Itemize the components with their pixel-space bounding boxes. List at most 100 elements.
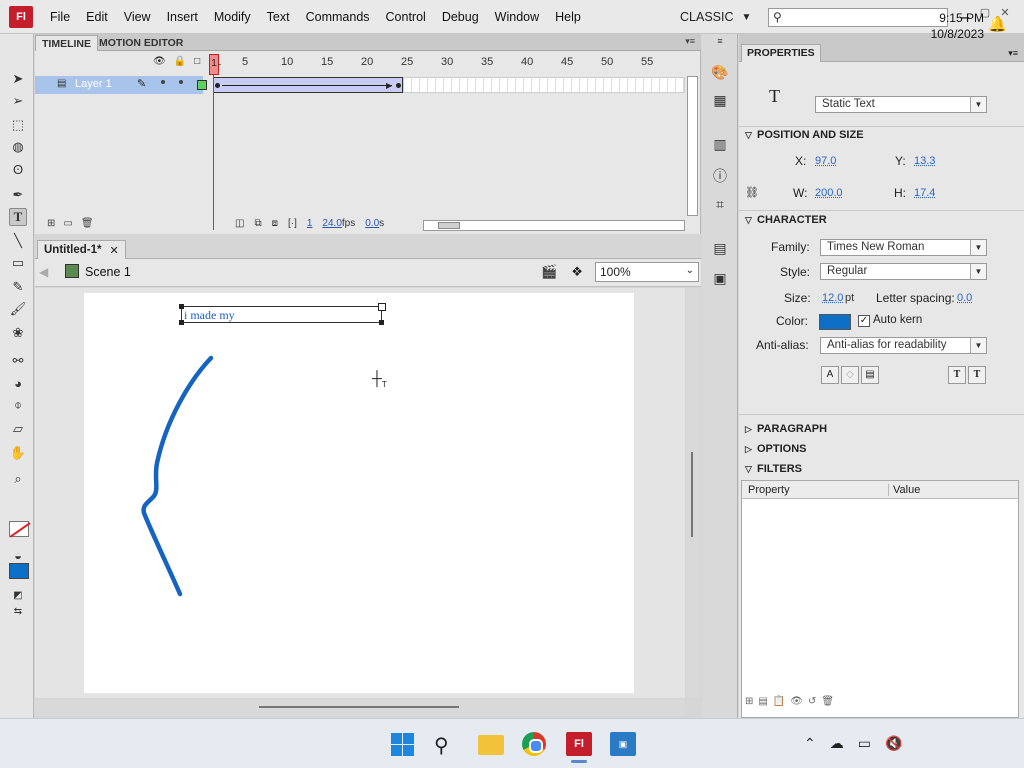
new-layer-icon[interactable]: ⊞: [47, 218, 55, 229]
timeline-horizontal-scrollbar[interactable]: [423, 220, 685, 231]
onion-skin-icon[interactable]: ◫: [235, 218, 244, 229]
network-icon[interactable]: ☁: [830, 735, 844, 752]
font-style-select[interactable]: Regular ▼: [820, 263, 987, 280]
tab-timeline[interactable]: TIMELINE: [35, 35, 98, 51]
new-folder-icon[interactable]: ▭: [63, 218, 72, 229]
x-value[interactable]: 97.0: [815, 155, 836, 167]
section-position-size[interactable]: ▽ POSITION AND SIZE: [745, 129, 864, 141]
menu-modify[interactable]: Modify: [206, 0, 259, 34]
tab-properties[interactable]: PROPERTIES: [741, 44, 821, 62]
filters-column-header[interactable]: Value: [888, 484, 920, 496]
enable-filter-icon[interactable]: 👁: [790, 696, 803, 712]
elapsed-time[interactable]: 0.0: [365, 218, 379, 229]
frame-rate[interactable]: 24.0: [322, 218, 341, 229]
zoom-select[interactable]: 100% ⌄: [595, 262, 699, 282]
brush-tool-icon[interactable]: 🖌: [9, 300, 27, 318]
search-icon[interactable]: ⚲: [434, 733, 460, 757]
back-arrow-icon[interactable]: ◀: [39, 265, 48, 279]
menu-debug[interactable]: Debug: [434, 0, 487, 34]
delete-filter-icon[interactable]: 🗑: [821, 696, 834, 712]
panel-menu-icon[interactable]: ▾≡: [1008, 48, 1018, 59]
auto-kern-checkbox[interactable]: ✓: [858, 315, 870, 327]
reset-filter-icon[interactable]: ↺: [808, 696, 816, 712]
pencil-tool-icon[interactable]: ✎: [9, 278, 27, 296]
frame-span[interactable]: ▶: [213, 77, 403, 93]
lock-icon[interactable]: 🔒: [174, 56, 186, 67]
scroll-thumb[interactable]: [691, 452, 693, 537]
tab-motion-editor[interactable]: MOTION EDITOR: [93, 35, 189, 51]
edit-symbol-icon[interactable]: ❖: [571, 264, 583, 280]
edit-multiple-icon[interactable]: ⧈: [272, 218, 278, 229]
transform-icon[interactable]: ⌗: [710, 196, 730, 214]
link-icon[interactable]: ⛓: [745, 186, 759, 199]
font-family-select[interactable]: Times New Roman ▼: [820, 239, 987, 256]
panel-menu-icon[interactable]: ≡: [710, 36, 730, 54]
display-icon[interactable]: ▭: [858, 735, 871, 752]
filters-table[interactable]: Property Value: [741, 480, 1019, 718]
filters-column-header[interactable]: Property: [748, 484, 790, 496]
fill-color-swatch[interactable]: [9, 563, 29, 579]
lock-dot[interactable]: [179, 80, 183, 84]
menu-help[interactable]: Help: [547, 0, 589, 34]
file-explorer-icon[interactable]: [478, 735, 504, 755]
section-character[interactable]: ▽ CHARACTER: [745, 214, 827, 226]
line-tool-icon[interactable]: ╲: [9, 232, 27, 250]
notification-bell-icon[interactable]: 🔔: [988, 15, 1007, 33]
scroll-thumb[interactable]: [438, 222, 460, 229]
y-value[interactable]: 13.3: [914, 155, 935, 167]
layer-name-cell[interactable]: ▤ Layer 1 ✎: [35, 76, 207, 94]
frame-ruler[interactable]: 1 5 10 15 20 25 30 35 40 45 50 55: [213, 52, 685, 74]
text-type-select[interactable]: Static Text ▼: [815, 96, 987, 113]
library-icon[interactable]: ▣: [710, 270, 730, 288]
stage[interactable]: [84, 293, 634, 693]
onion-outline-icon[interactable]: ⧉: [254, 218, 261, 229]
zoom-tool-icon[interactable]: ⌕: [9, 470, 27, 488]
clock[interactable]: 9:15 PM 10/8/2023: [920, 10, 984, 42]
menu-commands[interactable]: Commands: [298, 0, 378, 34]
flash-app-icon[interactable]: Fl: [566, 732, 592, 756]
menu-window[interactable]: Window: [487, 0, 547, 34]
h-value[interactable]: 17.4: [914, 187, 935, 199]
menu-control[interactable]: Control: [378, 0, 434, 34]
info-icon[interactable]: ⓘ: [710, 166, 730, 184]
visibility-dot[interactable]: [161, 80, 165, 84]
paint-bucket-tool-icon[interactable]: ◕: [9, 374, 27, 392]
scene-label[interactable]: Scene 1: [85, 265, 131, 279]
menu-text[interactable]: Text: [259, 0, 298, 34]
panel-menu-icon[interactable]: ▾≡: [685, 36, 695, 47]
section-paragraph[interactable]: ▷ PARAGRAPH: [745, 423, 827, 435]
rectangle-tool-icon[interactable]: ▭: [9, 254, 27, 272]
resize-handle[interactable]: [179, 320, 184, 325]
brush-stroke[interactable]: [84, 293, 634, 693]
snap-icon[interactable]: ⇆: [9, 602, 27, 620]
swatches-icon[interactable]: ▦: [710, 92, 730, 110]
stroke-color-swatch[interactable]: [9, 521, 29, 537]
eraser-tool-icon[interactable]: ▱: [9, 420, 27, 438]
clipboard-icon[interactable]: 📋: [773, 696, 785, 712]
subselection-tool-icon[interactable]: ➢: [9, 92, 27, 110]
letter-spacing-value[interactable]: 0.0: [957, 292, 972, 304]
timeline-vertical-scrollbar[interactable]: [687, 76, 698, 216]
workspace-switcher[interactable]: CLASSIC ▼: [680, 7, 751, 27]
volume-muted-icon[interactable]: 🔇: [885, 735, 902, 752]
chevron-up-icon[interactable]: ⌃: [804, 735, 816, 752]
eye-icon[interactable]: 👁: [153, 56, 166, 67]
w-value[interactable]: 200.0: [815, 187, 843, 199]
fill-bucket-icon[interactable]: ◒: [9, 546, 27, 564]
menu-edit[interactable]: Edit: [78, 0, 116, 34]
windows-start-icon[interactable]: [390, 732, 416, 756]
eyedropper-tool-icon[interactable]: ⌽: [9, 396, 27, 414]
empty-frames[interactable]: [403, 77, 685, 93]
font-size-value[interactable]: 12.0: [822, 292, 843, 304]
bone-tool-icon[interactable]: ⚯: [9, 352, 27, 370]
outline-icon[interactable]: □: [194, 56, 200, 67]
chrome-icon[interactable]: [522, 732, 546, 756]
anti-alias-select[interactable]: Anti-alias for readability ▼: [820, 337, 987, 354]
hand-tool-icon[interactable]: ✋: [9, 444, 27, 462]
scroll-thumb[interactable]: [259, 706, 459, 708]
outline-color-box[interactable]: [197, 80, 207, 90]
playhead[interactable]: 1: [209, 54, 219, 75]
color-panel-icon[interactable]: 🎨: [710, 64, 730, 82]
superscript-icon[interactable]: T: [948, 366, 966, 384]
onion-markers-icon[interactable]: [·]: [288, 218, 297, 229]
